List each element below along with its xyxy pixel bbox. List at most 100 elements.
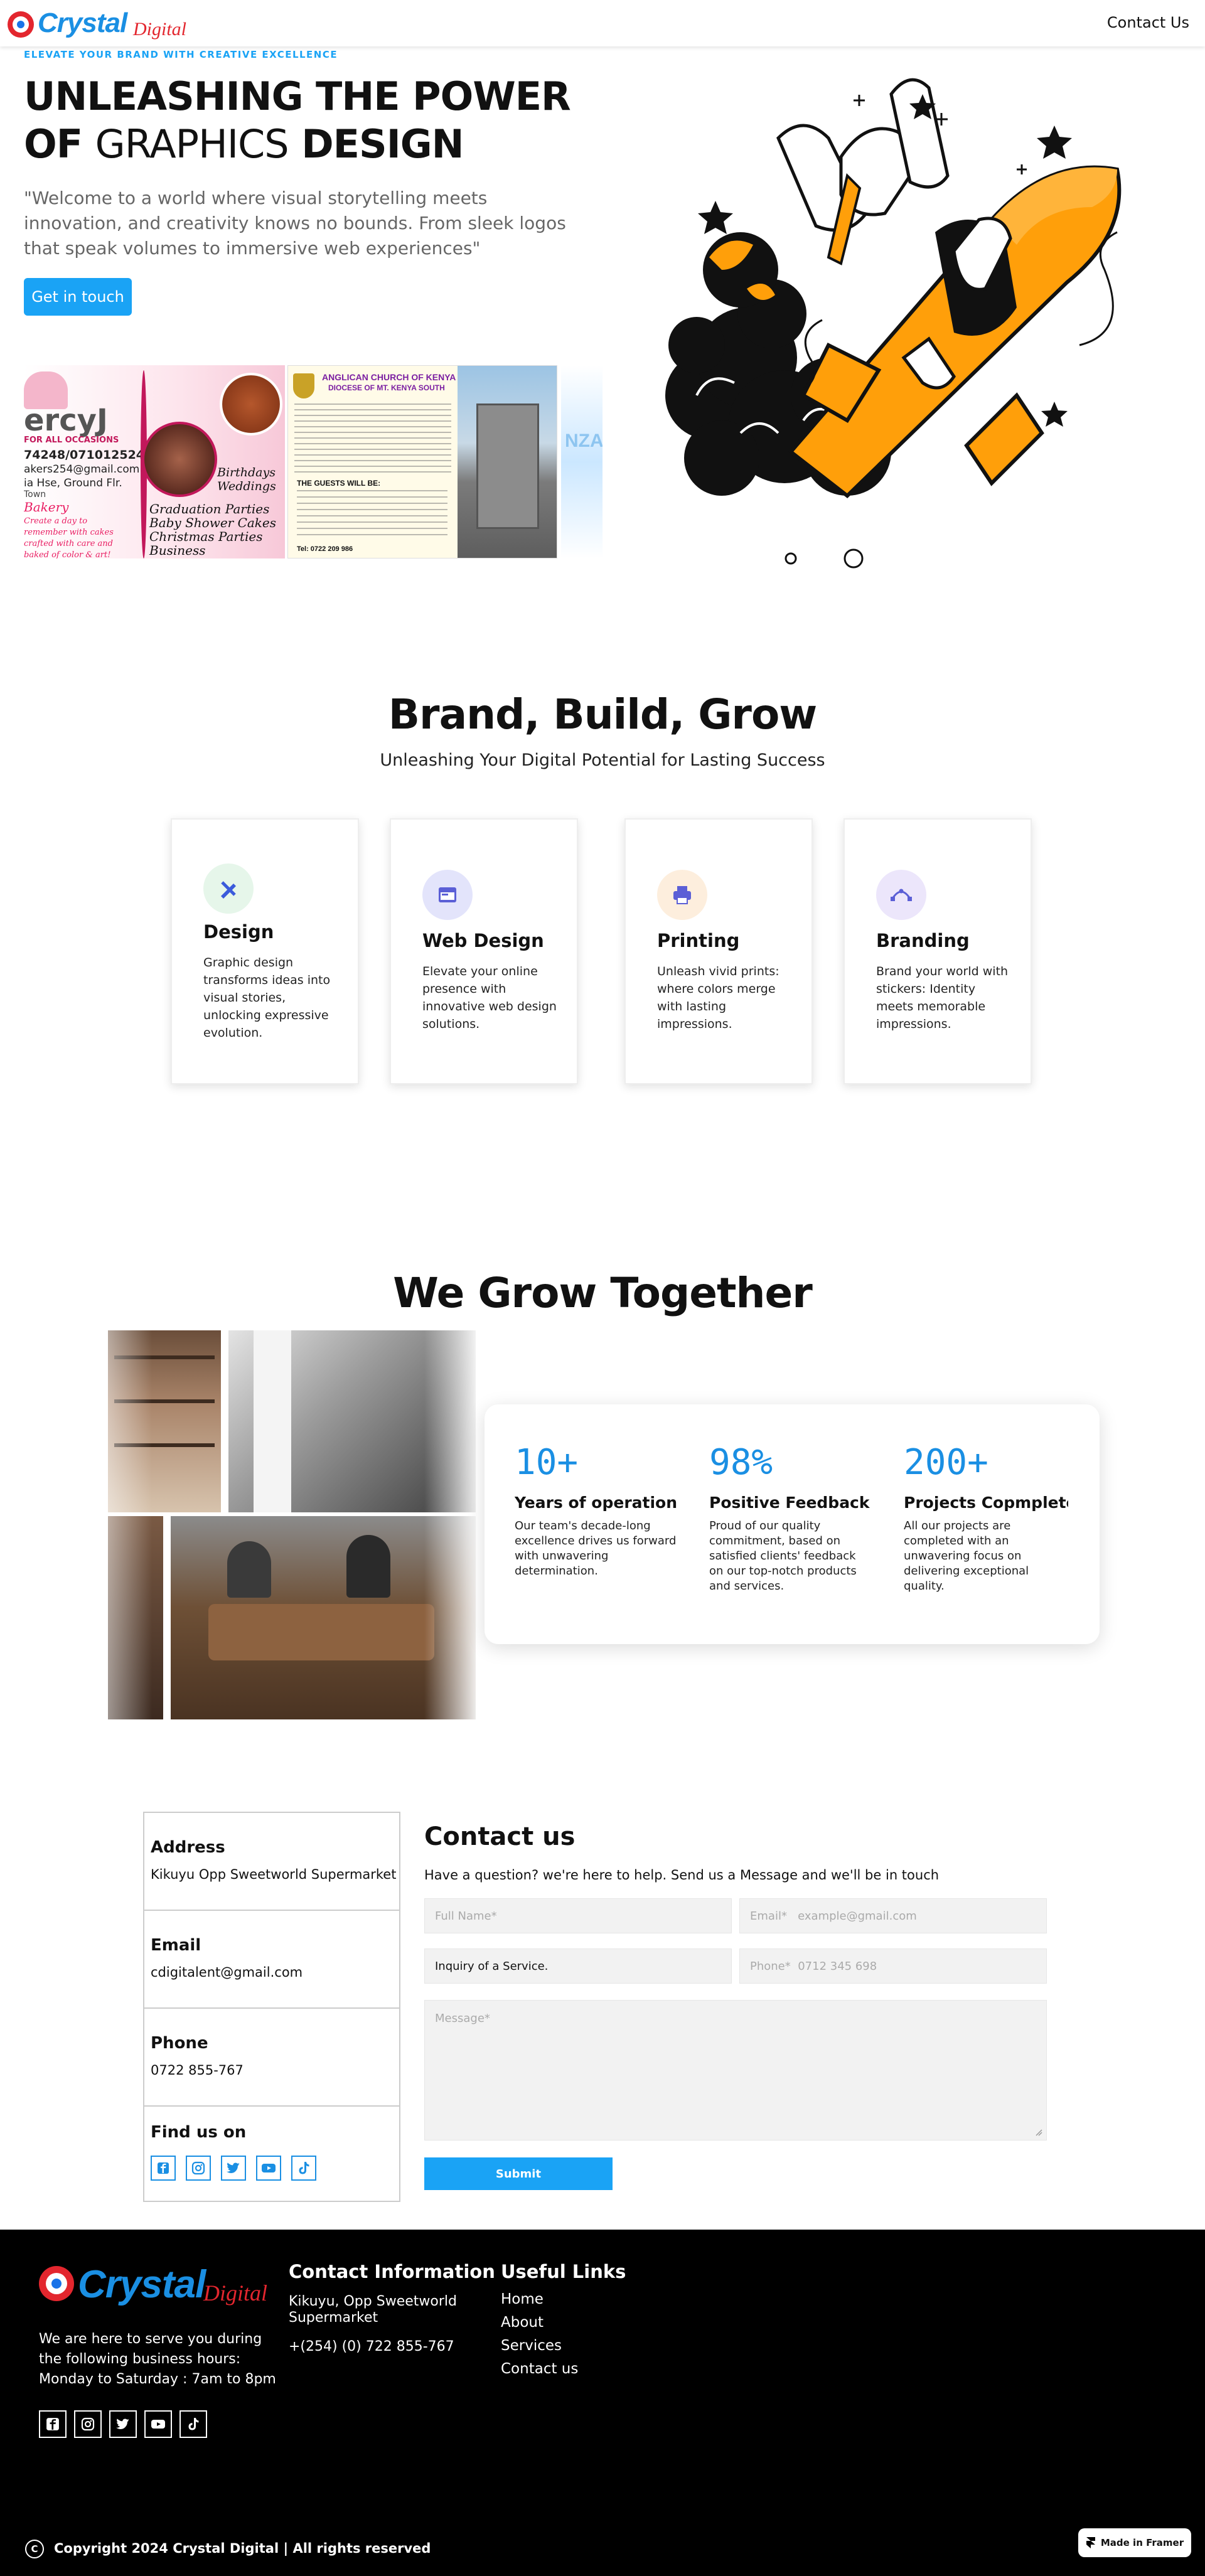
hero-title-graphics: GRAPHICS [95,121,289,167]
tiktok-icon[interactable] [179,2410,207,2438]
hero-tagline: ELEVATE YOUR BRAND WITH CREATIVE EXCELLE… [24,49,338,60]
church-building-photo [458,366,557,558]
facebook-icon[interactable] [151,2156,176,2181]
get-in-touch-button[interactable]: Get in touch [24,278,132,316]
church-tel: Tel: 0722 209 986 [297,545,353,553]
footer-link-home[interactable]: Home [501,2291,544,2307]
hero-title-line1: UNLEASHING THE POWER [24,73,571,119]
address-row: Address Kikuyu Opp Sweetworld Supermarke… [144,1813,399,1911]
stat-title: Positive Feedback [709,1494,870,1512]
inquiry-select-value: Inquiry of a Service. [435,1959,549,1973]
footer-contact-phone[interactable]: +(254) (0) 722 855-767 [289,2338,454,2356]
framer-logo-icon [1086,2537,1095,2548]
flyer-event-business: Business Networkings [149,543,232,558]
full-name-input[interactable]: Full Name* [424,1898,732,1933]
email-input-placeholder: example@gmail.com [798,1909,917,1923]
service-card-web-design[interactable]: Web Design Elevate your online presence … [390,818,578,1084]
hero-title-of: OF [24,121,83,167]
building-structure [476,404,539,529]
grow-title: We Grow Together [393,1269,813,1317]
footer-logo-word: Crystal [78,2263,206,2306]
instagram-icon[interactable] [74,2410,102,2438]
address-value: Kikuyu Opp Sweetworld Supermarket [151,1867,397,1882]
footer-hours-line2: the following business hours: [39,2351,241,2367]
contact-form-title: Contact us [424,1822,576,1851]
phone-input[interactable]: Phone* 0712 345 698 [739,1948,1047,1984]
flyer-brand: ercyJ [24,403,108,438]
service-text: Elevate your online presence with innova… [422,965,557,1031]
footer-link-about[interactable]: About [501,2314,544,2331]
logo-mark-icon [8,11,34,38]
phone-label: Phone [151,2034,208,2053]
stat-title: Projects Copmpleted [904,1494,1068,1512]
made-in-framer-badge[interactable]: Made in Framer [1078,2528,1191,2557]
service-text: Graphic design transforms ideas into vis… [203,956,331,1040]
team-photo [108,1330,476,1719]
footer-logo[interactable]: Crystal Digital [39,2262,267,2307]
flyer-partial-text: NZA [565,430,602,451]
phone-value[interactable]: 0722 855-767 [151,2063,244,2078]
stat-number: 10+ [515,1442,579,1483]
footer-links-heading: Useful Links [501,2261,626,2282]
twitter-icon[interactable] [109,2410,137,2438]
contact-info-box: Address Kikuyu Opp Sweetworld Supermarke… [143,1812,400,2202]
service-text: Brand your world with stickers: Identity… [876,965,1009,1031]
flyer-event-christmas: Christmas Parties [149,529,263,544]
flyer-phone: 74248/0710125243 [24,448,153,462]
church-name: ANGLICAN CHURCH OF KENYA [322,372,456,382]
footer-contact-heading: Contact Information [289,2261,495,2282]
flyer-events-list: Graduation Parties Baby Shower Cakes Chr… [149,502,285,558]
browser-window-icon [422,870,473,920]
service-title: Web Design [422,930,544,951]
service-card-branding[interactable]: Branding Brand your world with stickers:… [844,818,1032,1084]
inquiry-select[interactable]: Inquiry of a Service. [424,1948,732,1984]
hero-title-line2: OF GRAPHICS DESIGN [24,120,464,168]
service-title: Branding [876,930,970,951]
church-guest-list [297,490,447,540]
footer-logo-mark-icon [39,2266,74,2301]
pot-image [220,373,282,436]
message-placeholder: Message* [435,2012,490,2025]
footer-link-contact[interactable]: Contact us [501,2361,578,2377]
cake-photo [142,422,217,497]
bezier-pen-icon [876,870,926,920]
phone-input-label: Phone* [750,1959,791,1973]
social-row: Find us on [144,2107,399,2201]
footer-hours-line3: Monday to Saturday : 7am to 8pm [39,2371,276,2387]
youtube-icon[interactable] [256,2156,281,2181]
full-name-placeholder: Full Name* [435,1909,497,1923]
twitter-icon[interactable] [221,2156,246,2181]
stats-card: 10+ Years of operation Our team's decade… [485,1404,1100,1644]
service-card-printing[interactable]: Printing Unleash vivid prints: where col… [624,818,813,1084]
service-card-design[interactable]: Design Graphic design transforms ideas i… [171,818,359,1084]
resize-handle-icon[interactable] [1035,2129,1042,2136]
rocket-man-illustration [665,78,1122,569]
submit-button[interactable]: Submit [424,2157,613,2190]
nav-contact-us[interactable]: Contact Us [1107,14,1189,31]
church-crest-icon [293,373,314,398]
church-diocese: DIOCESE OF MT. KENYA SOUTH [328,383,445,392]
message-textarea[interactable]: Message* [424,2000,1047,2140]
stat-number: 98% [709,1442,773,1483]
flyer-event-baby-shower: Baby Shower Cakes [149,515,277,530]
footer-contact-address: Kikuyu, Opp Sweetworld Supermarket [289,2294,457,2326]
logo[interactable]: Crystal Digital [8,6,186,41]
photo-fade [108,1330,476,1719]
pencil-ruler-icon [203,863,254,914]
footer-logo-script: Digital [203,2280,268,2306]
flyer-partial: NZA [561,365,602,558]
email-input[interactable]: Email* example@gmail.com [739,1898,1047,1933]
stat-text: Proud of our quality commitment, based o… [709,1519,857,1593]
flyer-church: ANGLICAN CHURCH OF KENYA DIOCESE OF MT. … [287,365,557,558]
facebook-icon[interactable] [39,2410,67,2438]
stat-text: All our projects are completed with an u… [904,1519,1029,1593]
footer-hours-line1: We are here to serve you during [39,2331,262,2347]
footer-link-services[interactable]: Services [501,2338,562,2354]
services-subtitle: Unleashing Your Digital Potential for La… [380,751,825,770]
site-header: Crystal Digital Contact Us [0,0,1205,46]
logo-word: Crystal [38,8,127,38]
tiktok-icon[interactable] [291,2156,316,2181]
youtube-icon[interactable] [144,2410,172,2438]
email-value[interactable]: cdigitalent@gmail.com [151,1965,303,1980]
instagram-icon[interactable] [186,2156,211,2181]
